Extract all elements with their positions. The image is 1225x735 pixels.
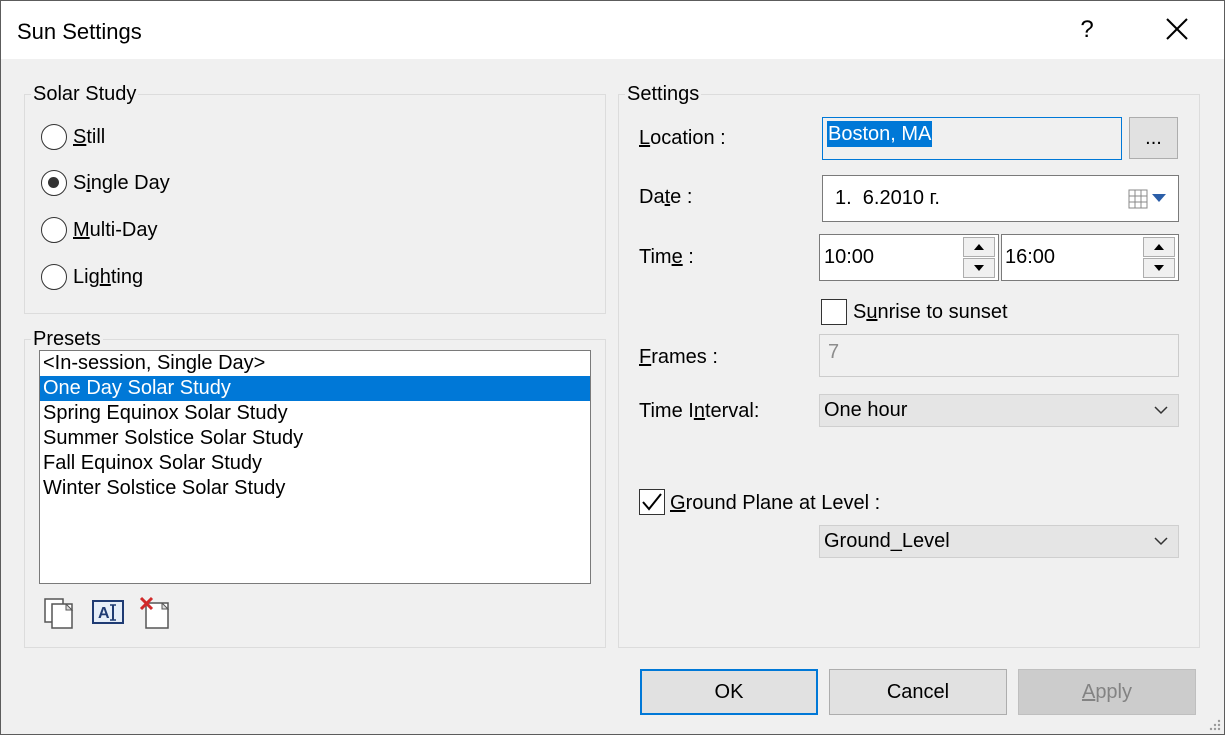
start-time-down-button[interactable] xyxy=(963,258,995,278)
chevron-down-icon xyxy=(1154,405,1168,414)
sunrise-to-sunset-label[interactable]: Sunrise to sunset xyxy=(853,301,1008,324)
chevron-down-icon xyxy=(1154,536,1168,545)
radio-button-checked[interactable] xyxy=(41,170,67,196)
radio-still[interactable]: Still xyxy=(41,122,105,152)
up-arrow-icon xyxy=(974,244,984,250)
start-time-up-button[interactable] xyxy=(963,237,995,257)
radio-lighting[interactable]: Lighting xyxy=(41,262,143,292)
svg-text:A: A xyxy=(98,605,110,622)
delete-preset-icon[interactable] xyxy=(139,596,173,630)
sunrise-to-sunset-checkbox[interactable] xyxy=(821,299,847,325)
list-item-selected[interactable]: One Day Solar Study xyxy=(40,376,590,401)
rename-preset-icon[interactable]: A xyxy=(91,596,125,630)
frames-label: Frames : xyxy=(639,346,718,368)
list-item[interactable]: Summer Solstice Solar Study xyxy=(40,426,590,451)
solar-study-label: Solar Study xyxy=(31,83,139,106)
settings-label: Settings xyxy=(625,83,702,106)
ground-plane-checkbox[interactable] xyxy=(639,489,665,515)
date-picker[interactable]: 1. 6.2010 г. xyxy=(822,175,1179,222)
apply-button: Apply xyxy=(1018,669,1196,715)
radio-multi-day[interactable]: Multi-Day xyxy=(41,215,157,245)
end-time-up-button[interactable] xyxy=(1143,237,1175,257)
ground-level-dropdown[interactable]: Ground_Level xyxy=(819,525,1179,558)
time-interval-dropdown[interactable]: One hour xyxy=(819,394,1179,427)
calendar-dropdown-icon[interactable] xyxy=(1128,188,1168,210)
checkmark-icon xyxy=(642,493,662,511)
end-time-down-button[interactable] xyxy=(1143,258,1175,278)
down-arrow-icon xyxy=(974,265,984,271)
help-button[interactable]: ? xyxy=(1077,16,1097,44)
title-bar[interactable]: Sun Settings ? xyxy=(1,1,1224,59)
presets-list[interactable]: <In-session, Single Day> One Day Solar S… xyxy=(39,350,591,584)
radio-single-day[interactable]: Single Day xyxy=(41,168,170,198)
time-label: Time : xyxy=(639,246,694,268)
list-item[interactable]: Winter Solstice Solar Study xyxy=(40,476,590,501)
duplicate-preset-icon[interactable] xyxy=(42,596,76,630)
list-item[interactable]: Spring Equinox Solar Study xyxy=(40,401,590,426)
list-item[interactable]: Fall Equinox Solar Study xyxy=(40,451,590,476)
list-item[interactable]: <In-session, Single Day> xyxy=(40,351,590,376)
ok-button[interactable]: OK xyxy=(640,669,818,715)
location-browse-button[interactable]: ... xyxy=(1129,117,1178,159)
resize-grip-icon[interactable] xyxy=(1208,718,1222,732)
down-arrow-icon xyxy=(1154,265,1164,271)
sun-settings-dialog: Sun Settings ? Solar Study Still Single … xyxy=(0,0,1225,735)
close-icon[interactable] xyxy=(1161,13,1193,45)
frames-field: 7 xyxy=(819,334,1179,377)
date-label: Date : xyxy=(639,186,693,208)
radio-button[interactable] xyxy=(41,217,67,243)
time-interval-label: Time Interval: xyxy=(639,400,760,422)
ground-plane-label[interactable]: Ground Plane at Level : xyxy=(670,492,880,515)
presets-label: Presets xyxy=(31,328,103,351)
up-arrow-icon xyxy=(1154,244,1164,250)
location-label: Location : xyxy=(639,127,726,149)
dialog-title: Sun Settings xyxy=(17,19,142,44)
radio-button[interactable] xyxy=(41,264,67,290)
radio-button[interactable] xyxy=(41,124,67,150)
cancel-button[interactable]: Cancel xyxy=(829,669,1007,715)
location-field[interactable]: Boston, MA xyxy=(822,117,1122,160)
